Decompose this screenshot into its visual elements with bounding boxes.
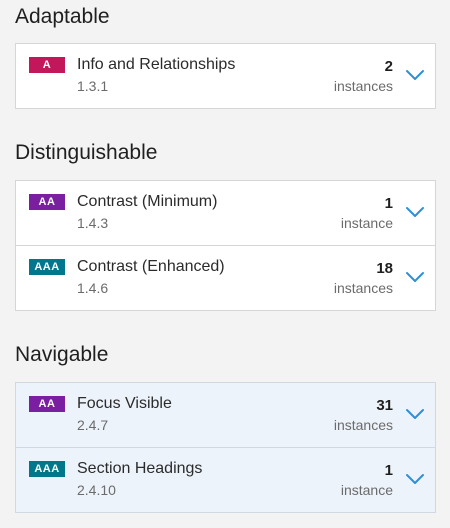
level-badge: AAA — [29, 259, 65, 275]
chevron-down-icon[interactable] — [405, 408, 425, 420]
chevron-down-icon[interactable] — [405, 206, 425, 218]
level-badge: AAA — [29, 461, 65, 477]
criterion-name: Contrast (Enhanced) — [77, 258, 225, 275]
instance-unit: instances — [333, 280, 393, 296]
wcag-results-panel: Adaptable A Info and Relationships 1.3.1… — [0, 0, 450, 528]
criterion-row[interactable]: AA Focus Visible 2.4.7 31 instances — [16, 383, 435, 447]
section-navigable: Navigable — [15, 342, 436, 368]
level-badge: AA — [29, 396, 65, 412]
section-distinguishable: Distinguishable — [15, 140, 436, 166]
instance-count: 1 — [384, 195, 393, 212]
instance-unit: instances — [333, 78, 393, 94]
level-badge: A — [29, 57, 65, 73]
section-adaptable: Adaptable — [15, 4, 436, 30]
instance-unit: instances — [333, 417, 393, 433]
chevron-down-icon[interactable] — [405, 473, 425, 485]
instance-count: 31 — [376, 397, 393, 414]
criterion-name: Section Headings — [77, 460, 203, 477]
instance-count: 1 — [384, 462, 393, 479]
chevron-down-icon[interactable] — [405, 69, 425, 81]
chevron-down-icon[interactable] — [405, 271, 425, 283]
criterion-row[interactable]: AAA Contrast (Enhanced) 1.4.6 18 instanc… — [16, 245, 435, 309]
criterion-row[interactable]: AA Contrast (Minimum) 1.4.3 1 instance — [16, 181, 435, 245]
criteria-card: AA Contrast (Minimum) 1.4.3 1 instance A… — [15, 180, 436, 311]
criterion-row[interactable]: A Info and Relationships 1.3.1 2 instanc… — [16, 44, 435, 108]
level-badge: AA — [29, 194, 65, 210]
criteria-card: A Info and Relationships 1.3.1 2 instanc… — [15, 43, 436, 109]
criterion-name: Contrast (Minimum) — [77, 193, 218, 210]
criterion-code: 1.4.3 — [77, 215, 109, 231]
criterion-code: 1.4.6 — [77, 280, 109, 296]
criterion-row[interactable]: AAA Section Headings 2.4.10 1 instance — [16, 447, 435, 511]
criterion-code: 2.4.10 — [77, 482, 116, 498]
instance-unit: instance — [340, 482, 393, 498]
section-title: Navigable — [15, 343, 109, 366]
criterion-name: Focus Visible — [77, 395, 172, 412]
instance-unit: instance — [340, 215, 393, 231]
criteria-card: AA Focus Visible 2.4.7 31 instances AAA … — [15, 382, 436, 513]
instance-count: 2 — [384, 58, 393, 75]
criterion-code: 1.3.1 — [77, 78, 109, 94]
criterion-name: Info and Relationships — [77, 56, 236, 73]
section-title: Adaptable — [15, 5, 110, 28]
section-title: Distinguishable — [15, 141, 158, 164]
instance-count: 18 — [376, 260, 393, 277]
criterion-code: 2.4.7 — [77, 417, 109, 433]
